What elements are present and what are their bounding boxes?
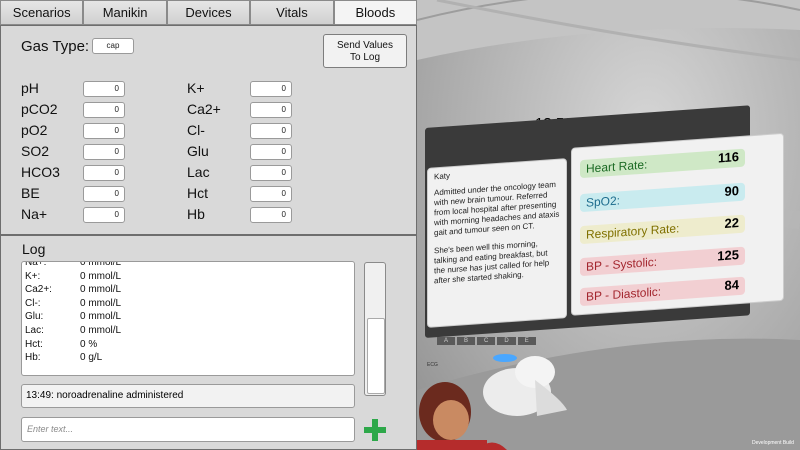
vital-spo2: SpO2: 90 [580, 182, 745, 213]
param-field-cl[interactable]: 0 [250, 123, 292, 139]
tab-scenarios[interactable]: Scenarios [0, 0, 84, 25]
add-log-entry-button[interactable] [364, 419, 386, 441]
param-field-so2[interactable]: 0 [83, 144, 125, 160]
param-label-be: BE [21, 185, 40, 201]
log-row: Hct: 0 % [25, 338, 98, 350]
param-label-pco2: pCO2 [21, 101, 58, 117]
gas-type-label: Gas Type: [21, 38, 90, 55]
param-field-be[interactable]: 0 [83, 186, 125, 202]
param-field-na[interactable]: 0 [83, 207, 125, 223]
log-title: Log [22, 241, 46, 257]
vital-heart-rate: Heart Rate: 116 [580, 148, 745, 179]
param-field-ph[interactable]: 0 [83, 81, 125, 97]
bloods-panel: Gas Type: cap Send Values To Log pH 0 pCO… [0, 25, 417, 235]
param-label-na: Na+ [21, 206, 48, 222]
tab-devices[interactable]: Devices [166, 0, 251, 25]
manikin-figure [477, 354, 567, 450]
param-label-lac: Lac [187, 164, 210, 180]
param-label-ph: pH [21, 80, 39, 96]
param-field-ca2[interactable]: 0 [250, 102, 292, 118]
param-label-glu: Glu [187, 143, 209, 159]
log-row: K+: 0 mmol/L [25, 270, 122, 282]
tab-bloods[interactable]: Bloods [333, 0, 418, 25]
simulation-scene: 13:50 Katy Admitted under the oncology t… [417, 0, 800, 450]
param-field-po2[interactable]: 0 [83, 123, 125, 139]
plus-icon [364, 419, 386, 441]
param-label-so2: SO2 [21, 143, 50, 159]
vital-respiratory-rate: Respiratory Rate: 22 [580, 214, 745, 245]
param-label-hco3: HCO3 [21, 164, 60, 180]
log-row: Glu: 0 mmol/L [25, 311, 122, 323]
left-params: pH 0 pCO2 0 pO2 0 SO2 0 HCO3 0 BE 0 Na+ 0 [21, 80, 125, 227]
build-label: Development Build [752, 440, 794, 446]
nurse-avatar [417, 382, 487, 450]
param-field-pco2[interactable]: 0 [83, 102, 125, 118]
log-scroll-thumb[interactable] [367, 318, 385, 394]
param-label-ca2: Ca2+ [187, 101, 221, 117]
patient-name: Katy [434, 171, 451, 182]
vital-bp-diastolic: BP - Diastolic: 84 [580, 276, 745, 307]
log-row: Na+: 0 mmol/L [25, 261, 122, 268]
param-label-po2: pO2 [21, 122, 48, 138]
param-field-hco3[interactable]: 0 [83, 165, 125, 181]
param-field-hct[interactable]: 0 [250, 186, 292, 202]
send-values-button[interactable]: Send Values To Log [323, 34, 407, 68]
param-label-k: K+ [187, 80, 205, 96]
param-label-hct: Hct [187, 185, 208, 201]
gas-type-field[interactable]: cap [92, 38, 134, 54]
log-list: Na+: 0 mmol/L K+: 0 mmol/L Ca2+: 0 mmol/L C… [21, 261, 355, 376]
patient-notes-update: She's been well this morning, talking an… [434, 239, 550, 286]
log-scrollbar[interactable] [364, 262, 386, 396]
param-field-k[interactable]: 0 [250, 81, 292, 97]
monitor-screen: Katy Admitted under the oncology team wi… [425, 105, 784, 338]
patient-notes-card: Katy Admitted under the oncology team wi… [427, 158, 567, 328]
tab-bar: Scenarios Manikin Devices Vitals Bloods [0, 0, 418, 25]
right-params: K+ 0 Ca2+ 0 Cl- 0 Glu 0 Lac 0 Hct 0 Hb 0 [187, 80, 292, 227]
tab-vitals[interactable]: Vitals [250, 0, 334, 25]
log-row: Cl-: 0 mmol/L [25, 297, 122, 309]
tab-manikin[interactable]: Manikin [83, 0, 167, 25]
characters [417, 354, 567, 450]
patient-notes: Admitted under the oncology team with ne… [434, 179, 560, 238]
param-label-cl: Cl- [187, 122, 205, 138]
param-field-glu[interactable]: 0 [250, 144, 292, 160]
vital-bp-systolic: BP - Systolic: 125 [580, 246, 745, 277]
log-text-input[interactable]: Enter text... [21, 417, 355, 442]
log-row: Hb: 0 g/L [25, 352, 103, 364]
log-panel: Log Na+: 0 mmol/L K+: 0 mmol/L Ca2+: 0 mmol… [0, 235, 417, 450]
param-label-hb: Hb [187, 206, 205, 222]
log-last-entry: 13:49: noroadrenaline administered [21, 384, 355, 408]
vitals-card: Heart Rate: 116 SpO2: 90 Respiratory Rate:… [571, 132, 784, 316]
param-field-hb[interactable]: 0 [250, 207, 292, 223]
log-row: Ca2+: 0 mmol/L [25, 284, 122, 296]
param-field-lac[interactable]: 0 [250, 165, 292, 181]
log-row: Lac: 0 mmol/L [25, 324, 122, 336]
